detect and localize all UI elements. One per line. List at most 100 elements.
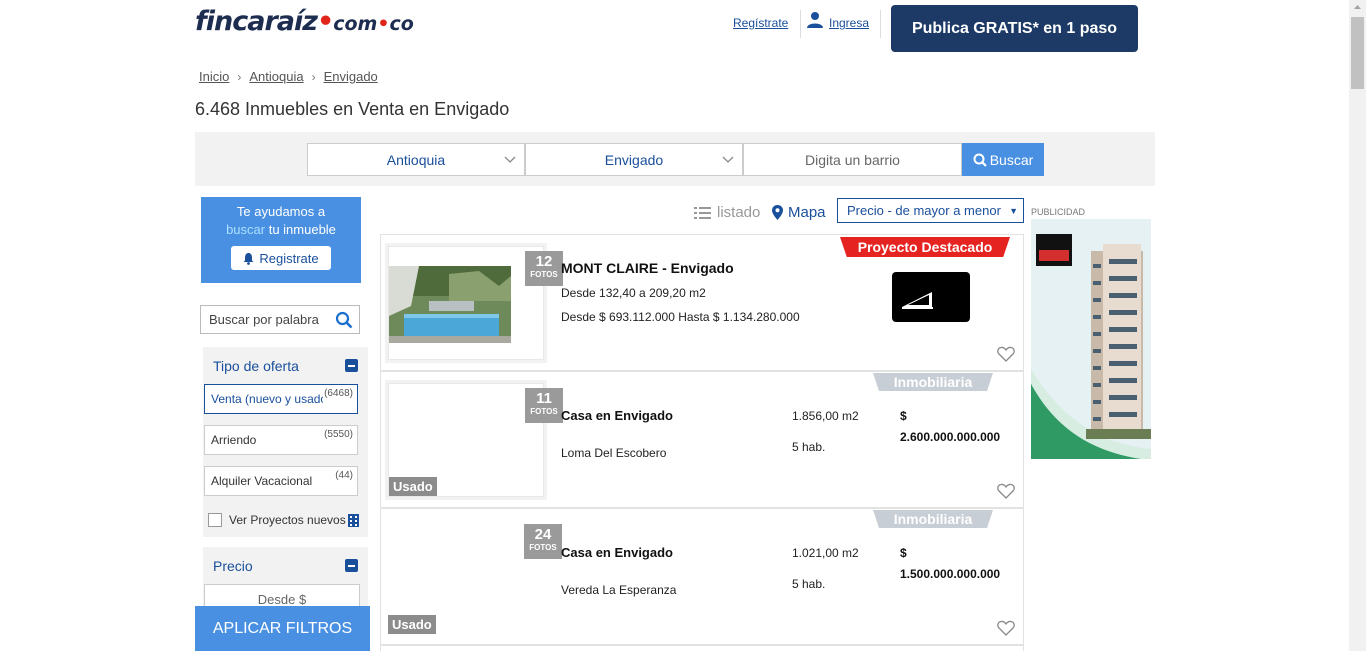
site-logo[interactable]: fincaraíz•com•co [195, 6, 414, 37]
page-title: 6.468 Inmuebles en Venta en Envigado [195, 99, 510, 119]
listing-thumbnail[interactable]: 24 FOTOS Usado [388, 520, 562, 634]
header-divider [800, 10, 801, 38]
collapse-icon[interactable] [345, 559, 358, 572]
logo-main-text: fincaraíz [195, 6, 318, 37]
page: fincaraíz•com•co Regístrate Ingresa Publ… [0, 0, 1366, 651]
listing-rooms: 5 hab. [792, 440, 826, 454]
department-select[interactable]: Antioquia [307, 143, 525, 176]
new-projects-label: Ver Proyectos nuevos [229, 513, 346, 527]
logo-co-text: co [389, 13, 414, 35]
listing-price: Desde $ 693.112.000 Hasta $ 1.134.280.00… [561, 310, 800, 324]
listing-thumbnail[interactable]: 11 FOTOS Usado [388, 383, 563, 497]
help-rest: tu inmueble [265, 222, 336, 237]
help-line-1: Te ayudamos a [236, 204, 326, 219]
sort-select-value: Precio - de mayor a menor [847, 203, 1001, 218]
sort-select[interactable]: Precio - de mayor a menor ▼ [837, 198, 1024, 223]
list-view-label: listado [717, 204, 761, 221]
city-select[interactable]: Envigado [525, 143, 743, 176]
photo-count-label: FOTOS [529, 543, 557, 552]
offer-option-vacation[interactable]: Alquiler Vacacional (44) [204, 466, 358, 496]
favorite-heart-icon[interactable] [997, 483, 1015, 499]
favorite-heart-icon[interactable] [997, 620, 1015, 636]
apply-filters-button[interactable]: APLICAR FILTROS [195, 606, 370, 651]
used-badge: Usado [389, 477, 437, 496]
builder-logo[interactable] [892, 272, 970, 322]
listing-card[interactable]: 12 FOTOS Proyecto Destacado MONT CLAIRE … [380, 234, 1024, 371]
offer-option-count: (44) [335, 470, 353, 481]
register-button-label: Registrate [259, 250, 319, 266]
listing-card[interactable]: 11 FOTOS Usado Inmobiliaria Casa en Envi… [380, 371, 1024, 508]
listing-area: Desde 132,40 a 209,20 m2 [561, 286, 706, 300]
listing-card[interactable] [380, 645, 1024, 651]
offer-option-label: Arriendo [211, 433, 257, 447]
photo-count-number: 24 [534, 526, 552, 543]
register-help-box: Te ayudamos a buscar tu inmueble Registr… [201, 197, 361, 283]
map-view-label: Mapa [788, 204, 826, 221]
offer-option-count: (5550) [324, 429, 353, 440]
building-icon [348, 514, 359, 527]
keyword-search-input[interactable]: Buscar por palabra [200, 305, 360, 334]
breadcrumb-department[interactable]: Antioquia [249, 69, 303, 84]
help-line-2: buscar tu inmueble [201, 222, 361, 237]
offer-option-label: Alquiler Vacacional [211, 474, 313, 488]
used-badge: Usado [388, 615, 436, 634]
help-highlight[interactable]: buscar [226, 222, 265, 237]
breadcrumb-home[interactable]: Inicio [199, 69, 229, 84]
scrollbar-thumb[interactable] [1351, 17, 1364, 89]
register-button[interactable]: Registrate [231, 246, 331, 270]
listing-thumbnail[interactable]: 12 FOTOS [388, 246, 563, 360]
publish-free-button[interactable]: Publica GRATIS* en 1 paso [891, 5, 1138, 52]
logo-dot: • [377, 13, 390, 35]
offer-option-sale[interactable]: Venta (nuevo y usado) (6468) [204, 384, 358, 414]
listing-price: 1.500.000.000.000 [900, 567, 1001, 581]
real-estate-ribbon: Inmobiliaria [873, 373, 993, 391]
department-select-value: Antioquia [386, 151, 446, 168]
featured-project-ribbon: Proyecto Destacado [840, 237, 1010, 257]
bell-icon [243, 252, 254, 265]
listing-area: 1.021,00 m2 [792, 546, 859, 560]
search-button[interactable]: Buscar [962, 143, 1044, 176]
chevron-right-icon: › [311, 69, 316, 84]
login-link[interactable]: Ingresa [829, 16, 869, 30]
listing-price: 2.600.000.000.000 [900, 430, 1001, 444]
collapse-icon[interactable] [345, 359, 358, 372]
listing-area: 1.856,00 m2 [792, 409, 859, 423]
listing-card[interactable]: 24 FOTOS Usado Inmobiliaria Casa en Envi… [380, 508, 1024, 645]
register-link[interactable]: Regístrate [733, 16, 788, 30]
list-icon [694, 206, 711, 219]
listing-title[interactable]: Casa en Envigado [561, 408, 673, 423]
favorite-heart-icon[interactable] [997, 346, 1015, 362]
new-projects-checkbox[interactable] [208, 513, 222, 527]
search-icon[interactable] [335, 311, 353, 329]
photo-count-number: 12 [535, 253, 553, 270]
listing-title[interactable]: Casa en Envigado [561, 545, 673, 560]
breadcrumb: Inicio › Antioquia › Envigado [199, 69, 378, 84]
offer-option-count: (6468) [324, 388, 353, 399]
offer-type-filter: Tipo de oferta Venta (nuevo y usado) (64… [203, 347, 368, 537]
listing-title[interactable]: MONT CLAIRE - Envigado [561, 260, 734, 276]
ad-banner[interactable] [1031, 219, 1151, 459]
builder-logo-mark [902, 292, 933, 309]
user-icon [807, 12, 823, 28]
list-view-toggle[interactable]: listado [694, 204, 760, 221]
listing-photo [389, 266, 511, 343]
advertising-label: PUBLICIDAD [1031, 207, 1086, 217]
vertical-scrollbar[interactable] [1349, 0, 1366, 651]
breadcrumb-city[interactable]: Envigado [324, 69, 378, 84]
listing-rooms: 5 hab. [792, 577, 826, 591]
photo-count-label: FOTOS [530, 407, 558, 416]
scroll-up-arrow-icon[interactable] [1349, 0, 1366, 14]
map-view-toggle[interactable]: Mapa [772, 204, 826, 221]
photo-count-label: FOTOS [530, 270, 558, 279]
photo-count-badge: 24 FOTOS [524, 524, 562, 559]
neighborhood-input[interactable]: Digita un barrio [743, 143, 962, 176]
ad-building-image [1031, 219, 1151, 459]
logo-com-text: com [333, 13, 378, 35]
offer-option-rent[interactable]: Arriendo (5550) [204, 425, 358, 455]
listing-currency: $ [900, 409, 907, 423]
price-filter-title: Precio [213, 558, 253, 574]
new-projects-toggle[interactable]: Ver Proyectos nuevos [208, 513, 346, 527]
photo-count-badge: 11 FOTOS [525, 388, 563, 423]
search-bar: Antioquia Envigado Digita un barrio Busc… [195, 132, 1155, 186]
keyword-search-placeholder: Buscar por palabra [209, 312, 319, 327]
